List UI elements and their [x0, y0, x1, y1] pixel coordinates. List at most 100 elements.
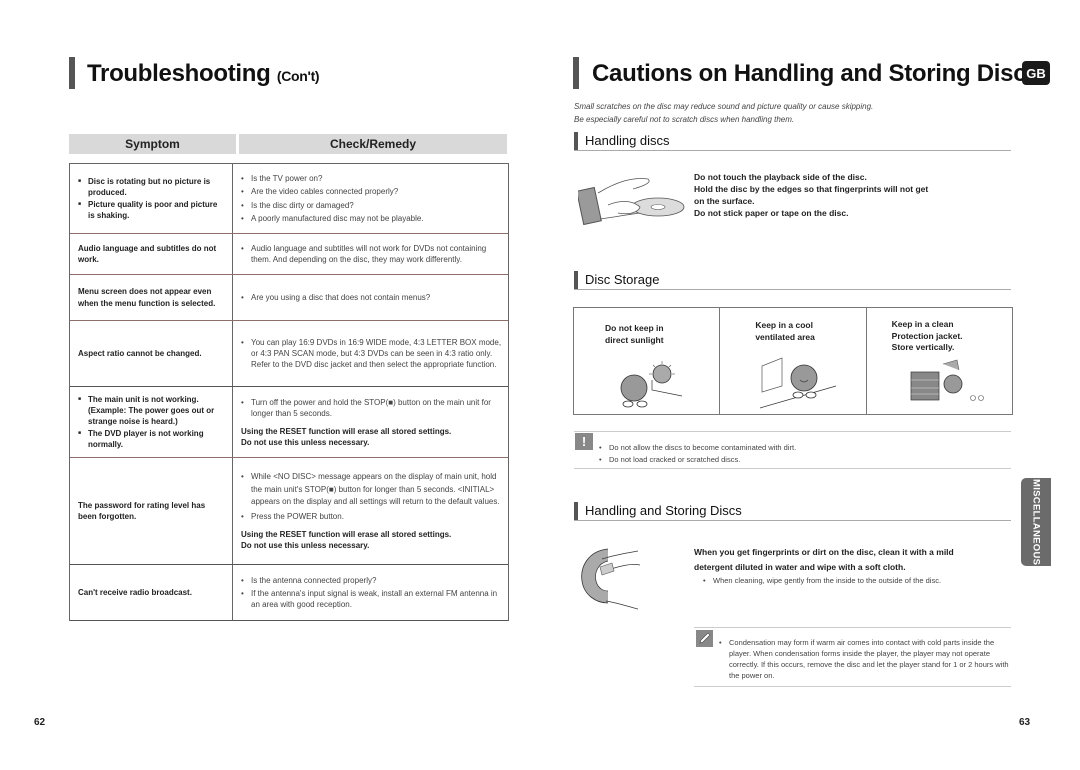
section-heading: Handling discs	[585, 133, 670, 148]
symptom-item: Picture quality is poor and picture is s…	[78, 199, 224, 221]
section-heading: Disc Storage	[585, 272, 660, 287]
intro-line: Small scratches on the disc may reduce s…	[574, 102, 874, 111]
remedy-item: Is the disc dirty or damaged?	[241, 200, 502, 211]
remedy-item: Are the video cables connected properly?	[241, 186, 502, 197]
table-row: The password for rating level has been f…	[70, 458, 508, 565]
caution-item: Do not allow the discs to become contami…	[599, 442, 796, 453]
warning-line: Using the RESET function will erase all …	[241, 427, 452, 436]
remedy-cell: You can play 16:9 DVDs in 16:9 WIDE mode…	[233, 321, 508, 386]
reset-warning: Using the RESET function will erase all …	[241, 529, 502, 551]
reset-warning: Using the RESET function will erase all …	[241, 426, 502, 448]
title-accent-bar	[573, 57, 579, 89]
caution-list: Do not allow the discs to become contami…	[599, 441, 796, 466]
intro-text: Small scratches on the disc may reduce s…	[574, 100, 873, 126]
warning-line: Do not use this unless necessary.	[241, 438, 370, 448]
condensation-note: Condensation may form if warm air comes …	[694, 627, 1011, 687]
page-title-left: Troubleshooting (Con't)	[87, 60, 320, 88]
header-symptom: Symptom	[69, 134, 236, 154]
language-badge: GB	[1022, 61, 1050, 85]
storage-cell-protection-jacket: Keep in a clean Protection jacket. Store…	[867, 308, 1012, 414]
troubleshooting-table: Disc is rotating but no picture is produ…	[69, 163, 509, 621]
condensation-text: Condensation may form if warm air comes …	[719, 637, 1009, 681]
remedy-cell: Are you using a disc that does not conta…	[233, 275, 508, 320]
remedy-cell: Audio language and subtitles will not wo…	[233, 234, 508, 274]
title-suffix: (Con't)	[276, 68, 320, 84]
symptom-text: Aspect ratio cannot be changed.	[78, 348, 202, 358]
warning-line: Using the RESET function will erase all …	[241, 530, 452, 540]
storage-label: Keep in a clean Protection jacket. Store…	[892, 319, 963, 354]
warning-line: Do not use this unless necessary.	[241, 541, 370, 551]
section-bar	[574, 271, 578, 289]
table-row: Disc is rotating but no picture is produ…	[70, 164, 508, 234]
page-title-right: Cautions on Handling and Storing Discs	[592, 60, 1040, 87]
instruction-line: When you get fingerprints or dirt on the…	[694, 547, 954, 557]
instruction-line: Do not stick paper or tape on the disc.	[694, 208, 849, 218]
title-text: Troubleshooting	[87, 60, 271, 87]
symptom-cell: Audio language and subtitles do not work…	[70, 234, 233, 274]
remedy-cell: Is the antenna connected properly? If th…	[233, 565, 508, 620]
label-line: Keep in a cool	[755, 320, 813, 330]
section-bar	[574, 132, 578, 150]
handling-instructions: Do not touch the playback side of the di…	[694, 171, 928, 219]
remedy-item: Audio language and subtitles will not wo…	[241, 243, 502, 265]
label-line: Keep in a clean	[891, 319, 954, 329]
page-number-left: 62	[34, 717, 46, 728]
symptom-item: The DVD player is not working normally.	[78, 428, 224, 450]
storage-cell-cool-area: Keep in a cool ventilated area	[720, 308, 867, 414]
table-row: Audio language and subtitles do not work…	[70, 234, 508, 275]
remedy-cell: Is the TV power on? Are the video cables…	[233, 164, 508, 233]
table-row: The main unit is not working. (Example: …	[70, 387, 508, 458]
exclamation-icon: !	[575, 433, 593, 450]
disc-stored-vertically-illustration	[910, 359, 984, 401]
cleaning-instructions: When you get fingerprints or dirt on the…	[694, 545, 954, 575]
symptom-text: Can't receive radio broadcast.	[78, 587, 192, 597]
symptom-text: Menu screen does not appear even when th…	[78, 287, 216, 308]
storage-cell-sunlight: Do not keep in direct sunlight	[574, 308, 721, 414]
tab-label: MISCELLANEOUS	[1030, 478, 1042, 566]
symptom-text: The password for rating level has been f…	[78, 500, 206, 521]
section-disc-storage: Disc Storage	[574, 271, 1011, 290]
instruction-line: on the surface.	[694, 196, 755, 206]
section-handling-discs: Handling discs	[574, 132, 1011, 151]
remedy-item: Turn off the power and hold the STOP(■) …	[241, 397, 502, 419]
symptom-cell: The main unit is not working. (Example: …	[70, 387, 233, 457]
disc-storage-panel: Do not keep in direct sunlight Keep in a…	[573, 307, 1013, 415]
label-line: ventilated area	[755, 331, 815, 342]
label-line: Store vertically.	[891, 342, 955, 352]
remedy-item: While <NO DISC> message appears on the d…	[241, 471, 502, 509]
section-handling-storing: Handling and Storing Discs	[574, 502, 1011, 521]
symptom-cell: Aspect ratio cannot be changed.	[70, 321, 233, 386]
wiping-disc-illustration	[581, 548, 641, 610]
remedy-item: If the antenna's input signal is weak, i…	[241, 588, 502, 610]
section-tab-miscellaneous[interactable]: MISCELLANEOUS	[1021, 478, 1051, 566]
remedy-item: You can play 16:9 DVDs in 16:9 WIDE mode…	[241, 337, 502, 371]
remedy-item: Is the TV power on?	[241, 173, 502, 184]
table-row: Menu screen does not appear even when th…	[70, 275, 508, 321]
label-line: Do not keep in	[605, 323, 664, 333]
intro-line: Be especially careful not to scratch dis…	[574, 115, 795, 124]
storage-label: Keep in a cool ventilated area	[755, 320, 815, 343]
remedy-cell: While <NO DISC> message appears on the d…	[233, 458, 508, 564]
caution-item: Do not load cracked or scratched discs.	[599, 454, 796, 465]
title-accent-bar	[69, 57, 75, 89]
section-bar	[574, 502, 578, 520]
cleaning-tip: When cleaning, wipe gently from the insi…	[703, 575, 1080, 586]
disc-in-sunlight-illustration	[620, 361, 683, 408]
instruction-line: Hold the disc by the edges so that finge…	[694, 184, 929, 194]
symptom-cell: The password for rating level has been f…	[70, 458, 233, 564]
label-line: Protection jacket.	[891, 330, 963, 341]
instruction-line: Do not touch the playback side of the di…	[694, 172, 867, 182]
symptom-cell: Menu screen does not appear even when th…	[70, 275, 233, 320]
symptom-cell: Can't receive radio broadcast.	[70, 565, 233, 620]
remedy-cell: Turn off the power and hold the STOP(■) …	[233, 387, 508, 457]
hand-holding-disc-illustration	[578, 178, 685, 226]
label-line: direct sunlight	[605, 334, 664, 345]
symptom-item: The main unit is not working. (Example: …	[78, 394, 224, 428]
section-heading: Handling and Storing Discs	[585, 503, 742, 518]
storage-label: Do not keep in direct sunlight	[605, 323, 664, 346]
page-number-right: 63	[1019, 717, 1031, 728]
instruction-line: detergent diluted in water and wipe with…	[694, 562, 906, 572]
remedy-item: A poorly manufactured disc may not be pl…	[241, 213, 502, 224]
remedy-item: Are you using a disc that does not conta…	[241, 292, 502, 303]
header-check-remedy: Check/Remedy	[239, 134, 507, 154]
